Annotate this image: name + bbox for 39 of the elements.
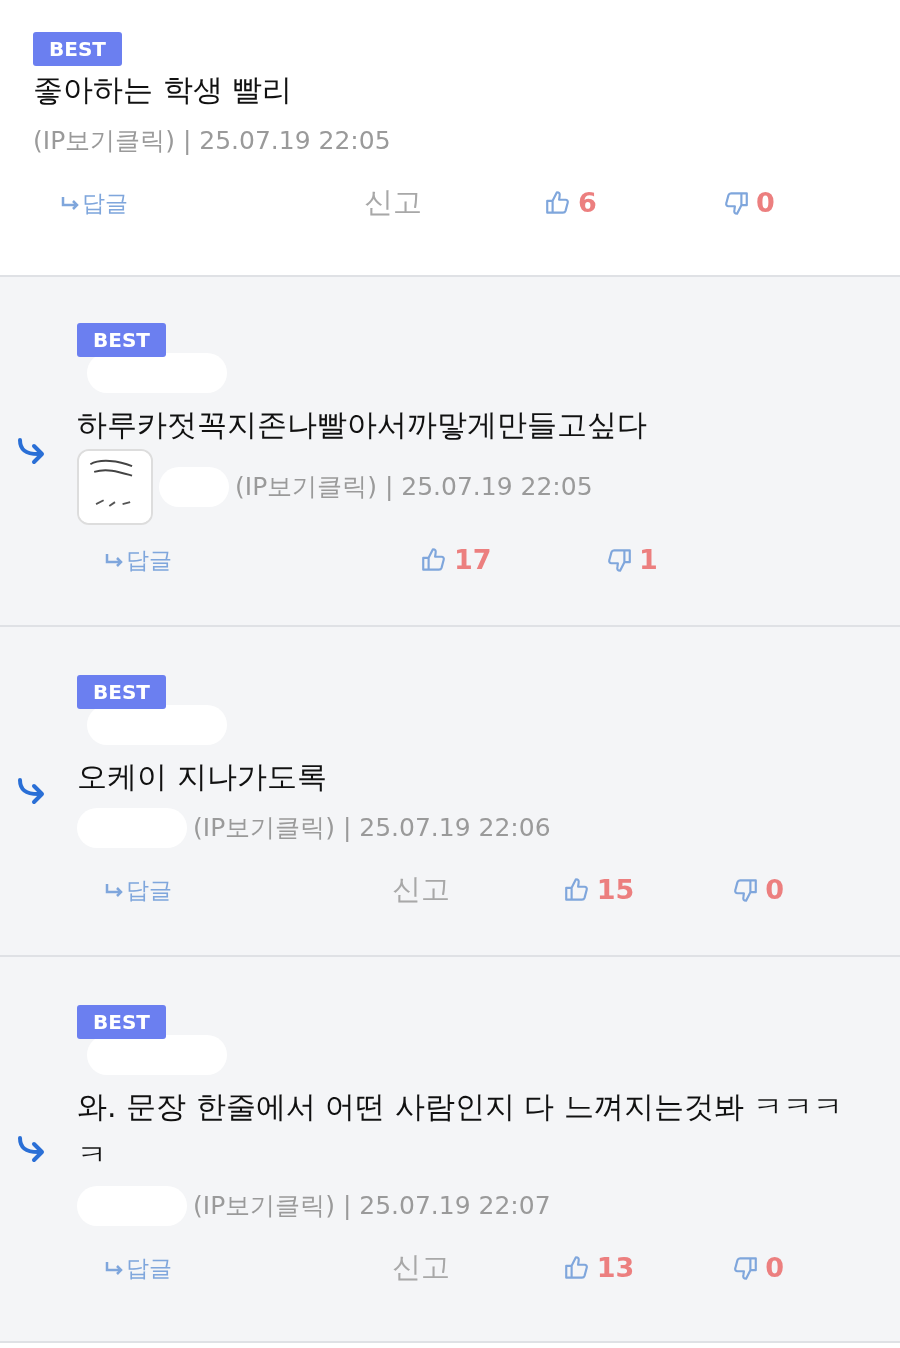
like-count: 15	[596, 872, 635, 907]
thumbs-down-icon[interactable]	[731, 876, 760, 904]
best-badge: BEST	[33, 32, 122, 66]
comment-meta: (IP보기클릭) | 25.07.19 22:06	[193, 812, 551, 845]
reply-arrow-icon	[60, 195, 80, 211]
thumbs-up-icon[interactable]	[544, 189, 572, 217]
thumbs-up-icon[interactable]	[562, 876, 591, 904]
thumbs-up-icon[interactable]	[562, 1254, 591, 1282]
dislike-count: 0	[756, 185, 775, 220]
reply-arrow-icon	[104, 1260, 124, 1276]
dislike-count: 0	[765, 1250, 785, 1285]
report-link[interactable]: 신고	[392, 872, 451, 907]
best-badge: BEST	[77, 1005, 166, 1039]
reply-arrow-icon	[104, 882, 124, 898]
like-count: 13	[596, 1250, 635, 1285]
comment-meta: (IP보기클릭) | 25.07.19 22:05	[235, 471, 593, 504]
reply-link[interactable]: 답글	[104, 872, 172, 908]
comment-text: 와. 문장 한줄에서 어떤 사람인지 다 느껴지는것봐 ㅋㅋㅋㅋ	[77, 1088, 845, 1174]
comment-text: 좋아하는 학생 빨리	[33, 71, 294, 109]
reply-link[interactable]: 답글	[60, 185, 128, 221]
report-link[interactable]: 신고	[364, 185, 423, 220]
thumbs-down-icon[interactable]	[731, 1254, 760, 1282]
reply-link[interactable]: 답글	[104, 542, 172, 578]
best-badge: BEST	[77, 675, 166, 709]
thumbs-up-icon[interactable]	[420, 546, 448, 574]
reply-arrow-icon	[104, 552, 124, 568]
thumbs-down-icon[interactable]	[722, 189, 750, 217]
like-count: 17	[454, 542, 492, 577]
comment-text: 하루카젓꼭지존나빨아서까맣게만들고싶다	[77, 406, 648, 444]
best-badge: BEST	[77, 323, 166, 357]
comment-meta: (IP보기클릭) | 25.07.19 22:07	[193, 1190, 551, 1223]
comment-text: 오케이 지나가도록	[77, 758, 328, 796]
reply-link[interactable]: 답글	[104, 1250, 172, 1286]
report-link[interactable]: 신고	[392, 1250, 451, 1285]
dislike-count: 0	[765, 872, 785, 907]
thumbs-down-icon[interactable]	[605, 546, 633, 574]
comment-meta: (IP보기클릭) | 25.07.19 22:05	[33, 125, 391, 158]
like-count: 6	[578, 185, 597, 220]
dislike-count: 1	[639, 542, 658, 577]
